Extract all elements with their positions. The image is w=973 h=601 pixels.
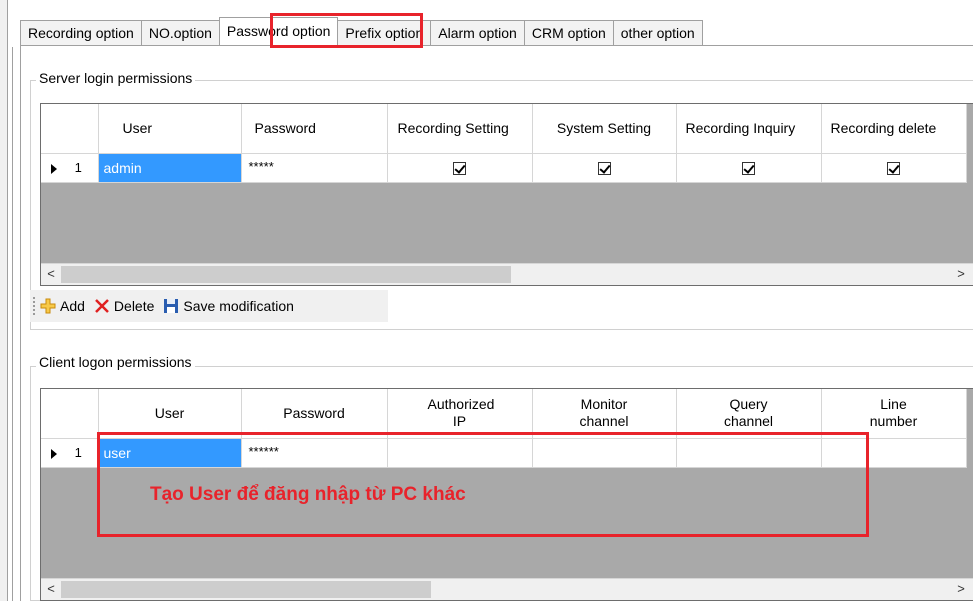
tab-alarm-option[interactable]: Alarm option: [430, 20, 525, 45]
cell-user[interactable]: admin: [98, 153, 242, 183]
delete-button[interactable]: Delete: [94, 298, 154, 314]
cell-system-setting[interactable]: [532, 153, 677, 183]
add-label: Add: [60, 298, 85, 314]
scrollbar-thumb[interactable]: [61, 266, 511, 283]
triangle-right-icon: [51, 163, 57, 174]
server-login-group-title: Server login permissions: [36, 70, 196, 86]
row-number: 1: [74, 445, 82, 460]
horizontal-scrollbar[interactable]: < >: [41, 263, 973, 285]
tab-baseline: [20, 45, 973, 46]
column-header-recording-setting[interactable]: Recording Setting: [387, 104, 533, 154]
chevron-left-icon[interactable]: <: [43, 266, 59, 281]
triangle-right-icon: [51, 448, 57, 459]
client-grid-corner: [41, 389, 99, 439]
checkbox-recording-delete[interactable]: [887, 162, 900, 176]
column-header-user[interactable]: User: [98, 104, 242, 154]
row-number: 1: [74, 160, 82, 175]
window-left-border: [0, 0, 8, 601]
toolbar-grip[interactable]: [33, 297, 35, 315]
client-logon-group-title: Client logon permissions: [36, 354, 195, 370]
table-row[interactable]: 1 admin *****: [41, 153, 967, 183]
column-header-monitor-channel[interactable]: Monitor channel: [532, 389, 677, 439]
column-header-authorized-ip[interactable]: Authorized IP: [387, 389, 533, 439]
tab-other-option[interactable]: other option: [612, 20, 703, 45]
tab-body-border: [20, 45, 21, 601]
column-header-line-number[interactable]: Line number: [821, 389, 967, 439]
checkbox-recording-setting[interactable]: [453, 162, 466, 176]
tab-recording-option[interactable]: Recording option: [20, 20, 142, 45]
cell-password[interactable]: *****: [241, 153, 388, 183]
chevron-left-icon[interactable]: <: [43, 581, 59, 596]
chevron-right-icon[interactable]: >: [953, 581, 969, 596]
grid-toolbar: Add Delete Save modification: [30, 290, 388, 322]
column-header-recording-inquiry[interactable]: Recording Inquiry: [676, 104, 822, 154]
floppy-icon: [164, 299, 179, 313]
row-header[interactable]: 1: [41, 438, 99, 468]
chevron-right-icon[interactable]: >: [953, 266, 969, 281]
tab-crm-option[interactable]: CRM option: [523, 20, 614, 45]
server-grid-corner: [41, 104, 99, 154]
row-header[interactable]: 1: [41, 153, 99, 183]
add-button[interactable]: Add: [40, 298, 85, 314]
checkbox-system-setting[interactable]: [597, 162, 611, 176]
column-header-recording-delete[interactable]: Recording delete: [821, 104, 967, 154]
x-icon: [95, 299, 109, 313]
tab-no-option[interactable]: NO.option: [140, 20, 220, 45]
active-tab-highlight-box: [270, 13, 423, 48]
plus-icon: [40, 298, 56, 314]
column-header-password[interactable]: Password: [241, 389, 388, 439]
cell-recording-setting[interactable]: [387, 153, 533, 183]
save-modification-label: Save modification: [183, 298, 294, 314]
column-header-system-setting[interactable]: System Setting: [532, 104, 677, 154]
column-header-user[interactable]: User: [98, 389, 242, 439]
checkbox-recording-inquiry[interactable]: [742, 162, 755, 176]
delete-label: Delete: [113, 298, 155, 314]
column-header-password[interactable]: Password: [241, 104, 388, 154]
cell-recording-delete[interactable]: [821, 153, 967, 183]
cell-recording-inquiry[interactable]: [676, 153, 822, 183]
scrollbar-thumb[interactable]: [61, 581, 431, 598]
horizontal-scrollbar[interactable]: < >: [41, 578, 973, 600]
annotation-callout-text: Tạo User để đăng nhập từ PC khác: [150, 484, 466, 505]
server-login-grid: User Password Recording Setting System S…: [40, 103, 973, 286]
column-header-query-channel[interactable]: Query channel: [676, 389, 822, 439]
save-modification-button[interactable]: Save modification: [163, 298, 294, 314]
window-inner-border: [12, 47, 13, 601]
